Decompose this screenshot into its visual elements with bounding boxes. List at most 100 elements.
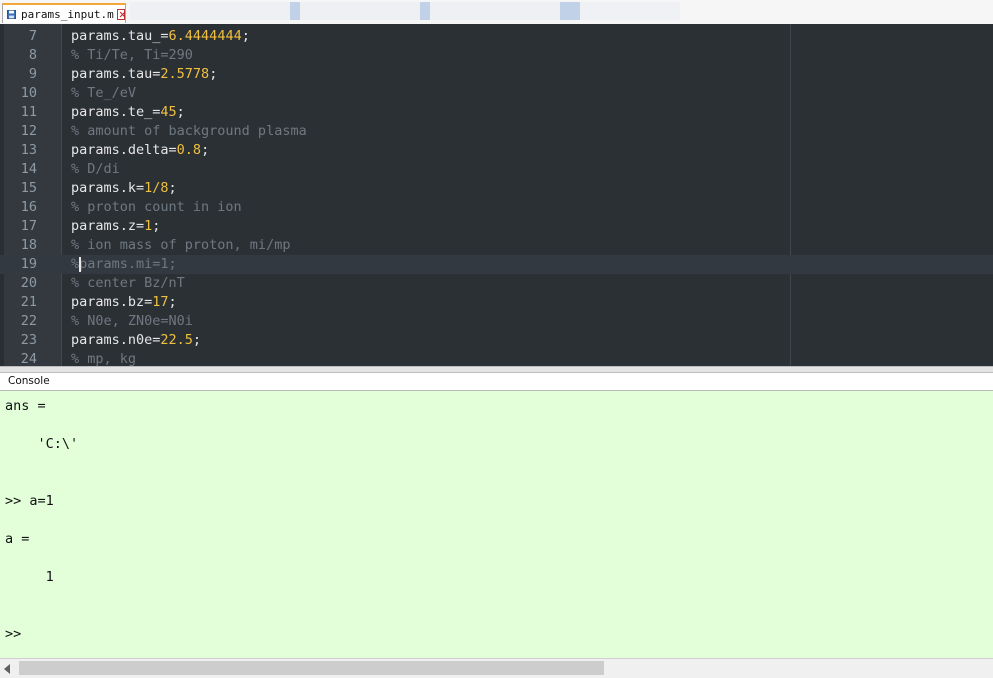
code-line[interactable]: 16 % proton count in ion	[0, 198, 993, 217]
code-line[interactable]: 19 %params.mi=1;	[0, 255, 993, 274]
line-number: 10	[20, 85, 37, 101]
code-line[interactable]: 13 params.delta=0.8;	[0, 141, 993, 160]
numeric-literal: 22.5	[160, 332, 193, 348]
panel-splitter[interactable]	[0, 366, 993, 373]
code-line[interactable]: 8 % Ti/Te, Ti=290	[0, 46, 993, 65]
code-line[interactable]: 24 % mp, kg	[0, 350, 993, 366]
code-comment: % Ti/Te, Ti=290	[71, 47, 193, 63]
other-tabs-blurred-2	[300, 2, 420, 20]
line-number: 22	[20, 313, 37, 329]
code-token: params.k=	[71, 180, 145, 196]
code-statement: params.tau=2.5778;	[71, 65, 217, 84]
code-token: params.tau=	[71, 66, 161, 82]
tab-divider-3	[560, 2, 580, 20]
code-line[interactable]: 17 params.z=1;	[0, 217, 993, 236]
code-token: ;	[209, 66, 218, 82]
other-tabs-blurred-3	[430, 2, 560, 20]
code-line[interactable]: 23 params.n0e=22.5;	[0, 331, 993, 350]
line-number: 9	[28, 66, 37, 82]
line-number: 8	[28, 47, 37, 63]
horizontal-scrollbar[interactable]	[0, 658, 993, 678]
code-editor[interactable]: 7 params.tau_=6.4444444; 8 % Ti/Te, Ti=290 9…	[0, 24, 993, 366]
editor-tab-bar: params_input.m	[0, 0, 993, 25]
line-number: 23	[20, 332, 37, 348]
code-token: ;	[201, 142, 210, 158]
code-line[interactable]: 20 % center Bz/nT	[0, 274, 993, 293]
code-line[interactable]: 22 % N0e, ZN0e=N0i	[0, 312, 993, 331]
code-line[interactable]: 7 params.tau_=6.4444444;	[0, 27, 993, 46]
numeric-literal: 2.5778	[160, 66, 210, 82]
code-comment: % N0e, ZN0e=N0i	[71, 313, 193, 329]
code-token: ;	[168, 294, 177, 310]
line-number: 16	[20, 199, 37, 215]
code-statement: params.tau_=6.4444444;	[71, 27, 250, 46]
code-token: ;	[152, 218, 161, 234]
line-number: 19	[20, 256, 37, 272]
code-token: params.z=	[71, 218, 145, 234]
line-number: 13	[20, 142, 37, 158]
code-statement: params.te_=45;	[71, 103, 185, 122]
code-token: params.tau_=	[71, 28, 169, 44]
code-comment: % proton count in ion	[71, 199, 242, 215]
code-token: ;	[241, 28, 250, 44]
close-tab-icon[interactable]	[116, 8, 125, 20]
line-number: 17	[20, 218, 37, 234]
code-line[interactable]: 9 params.tau=2.5778;	[0, 65, 993, 84]
save-icon	[7, 9, 17, 19]
line-number: 12	[20, 123, 37, 139]
code-line[interactable]: 21 params.bz=17;	[0, 293, 993, 312]
scroll-left-icon[interactable]	[4, 664, 10, 674]
code-comment: %params.mi=1;	[71, 256, 177, 272]
other-tabs-blurred	[130, 2, 290, 20]
console-title: Console	[8, 375, 50, 387]
code-line[interactable]: 10 % Te_/eV	[0, 84, 993, 103]
console-header: Console	[0, 373, 993, 391]
code-token: ;	[168, 180, 177, 196]
code-token: params.bz=	[71, 294, 153, 310]
console-output-line: 'C:\'	[5, 436, 79, 452]
code-comment: % mp, kg	[71, 351, 137, 366]
code-comment: % amount of background plasma	[71, 123, 307, 139]
code-statement: params.n0e=22.5;	[71, 331, 201, 350]
console-output-line: a =	[5, 531, 30, 547]
code-token: ;	[176, 104, 185, 120]
numeric-literal: 0.8	[176, 142, 202, 158]
code-line[interactable]: 11 params.te_=45;	[0, 103, 993, 122]
code-comment: % D/di	[71, 161, 120, 177]
line-number: 18	[20, 237, 37, 253]
tab-params-input[interactable]: params_input.m	[2, 3, 126, 23]
line-number: 14	[20, 161, 37, 177]
console-output[interactable]: ans = 'C:\' >> a=1 a = 1 >>	[0, 391, 993, 658]
code-statement: params.z=1;	[71, 217, 160, 236]
text-cursor	[79, 257, 81, 272]
code-statement: params.delta=0.8;	[71, 141, 209, 160]
console-prompt-line: >>	[5, 626, 22, 642]
code-token: params.n0e=	[71, 332, 161, 348]
code-statement: params.k=1/8;	[71, 179, 177, 198]
code-line[interactable]: 12 % amount of background plasma	[0, 122, 993, 141]
numeric-literal: 6.4444444	[168, 28, 242, 44]
tab-divider	[290, 2, 300, 20]
console-output-line: ans =	[5, 398, 46, 414]
line-number: 20	[20, 275, 37, 291]
numeric-literal: 1/8	[144, 180, 169, 196]
console-prompt-line: >> a=1	[5, 493, 54, 509]
numeric-literal: 17	[152, 294, 169, 310]
code-line[interactable]: 14 % D/di	[0, 160, 993, 179]
line-number: 15	[20, 180, 37, 196]
tab-divider-2	[420, 2, 430, 20]
code-token: params.delta=	[71, 142, 177, 158]
code-line[interactable]: 15 params.k=1/8;	[0, 179, 993, 198]
numeric-literal: 45	[160, 104, 177, 120]
line-number: 11	[20, 104, 37, 120]
scrollbar-thumb[interactable]	[19, 661, 604, 675]
line-number: 24	[20, 351, 37, 366]
code-comment: % center Bz/nT	[71, 275, 185, 291]
code-line[interactable]: 18 % ion mass of proton, mi/mp	[0, 236, 993, 255]
code-comment: % ion mass of proton, mi/mp	[71, 237, 291, 253]
code-token: ;	[192, 332, 202, 348]
line-number: 21	[20, 294, 37, 310]
code-statement: params.bz=17;	[71, 293, 177, 312]
other-tabs-blurred-4	[580, 2, 680, 20]
line-number: 7	[28, 28, 37, 44]
